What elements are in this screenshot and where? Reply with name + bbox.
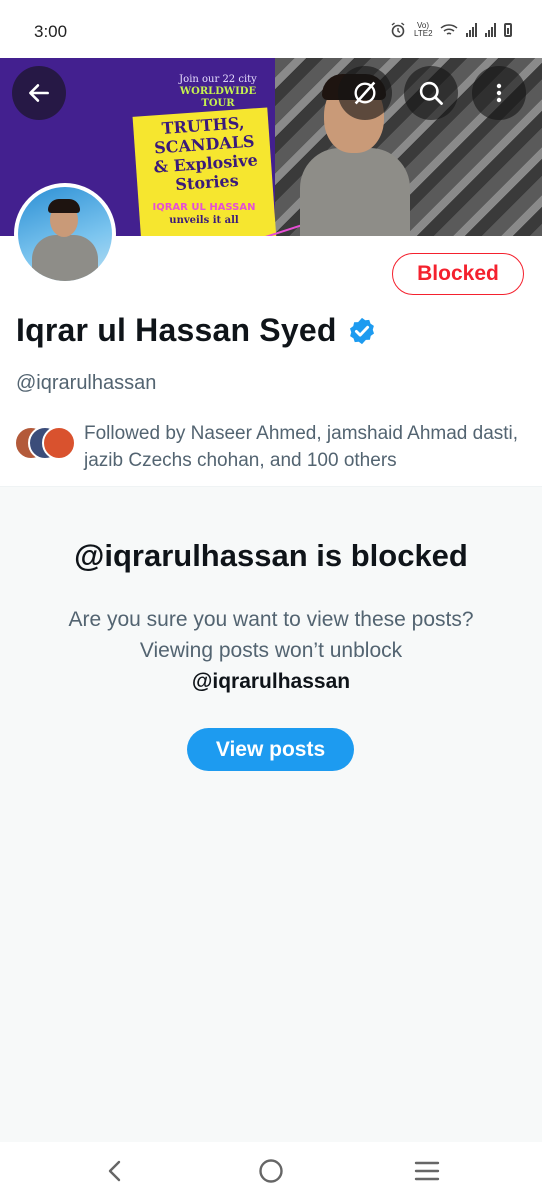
grok-button[interactable] <box>338 66 392 120</box>
blocked-message: Are you sure you want to view these post… <box>60 604 482 697</box>
profile-handle: @iqrarulhassan <box>16 372 157 394</box>
nav-back-button[interactable] <box>95 1156 135 1186</box>
wifi-icon <box>440 24 458 35</box>
more-button[interactable] <box>472 66 526 120</box>
network-label: Vo) LTE2 <box>414 21 433 38</box>
more-vertical-icon <box>496 83 502 103</box>
nav-recents-button[interactable] <box>407 1156 447 1186</box>
blocked-message-text: Are you sure you want to view these post… <box>68 608 474 662</box>
avatar <box>42 426 76 460</box>
blocked-button[interactable]: Blocked <box>392 253 524 295</box>
verified-badge-icon[interactable] <box>347 316 377 346</box>
status-icons: Vo) LTE2 <box>390 22 512 38</box>
followed-by-text: Followed by Naseer Ahmed, jamshaid Ahmad… <box>84 423 519 471</box>
view-posts-button[interactable]: View posts <box>187 728 354 771</box>
signal-icon <box>466 23 477 37</box>
grok-icon <box>354 81 376 105</box>
arrow-left-icon <box>29 84 49 102</box>
nav-home-button[interactable] <box>251 1156 291 1186</box>
chevron-left-icon <box>108 1160 121 1182</box>
status-bar: 3:00 Vo) LTE2 <box>0 0 542 58</box>
profile-avatar[interactable] <box>14 183 116 285</box>
banner-headline: TRUTHS, SCANDALS & Explosive Stories <box>153 113 259 195</box>
blocked-panel <box>0 487 542 1142</box>
menu-lines-icon <box>414 1161 440 1181</box>
blocked-title: @iqrarulhassan is blocked <box>74 538 468 573</box>
banner-tagline: unveils it all <box>169 215 239 226</box>
alarm-icon <box>391 22 405 38</box>
home-circle-icon <box>259 1159 283 1183</box>
display-name: Iqrar ul Hassan Syed <box>16 312 337 348</box>
status-time: 3:00 <box>34 22 68 41</box>
battery-icon <box>504 23 512 37</box>
banner-host-name: IQRAR UL HASSAN <box>152 202 256 213</box>
profile-name-row: Iqrar ul Hassan Syed <box>16 312 377 349</box>
blocked-message-handle: @iqrarulhassan <box>191 670 351 693</box>
signal-icon-2 <box>485 23 496 37</box>
search-icon <box>419 81 443 105</box>
banner-tour-text: Join our 22 city WORLDWIDE TOUR <box>179 74 257 109</box>
followed-by-row[interactable]: Followed by Naseer Ahmed, jamshaid Ahmad… <box>14 420 534 474</box>
system-nav-bar <box>0 1142 542 1200</box>
search-button[interactable] <box>404 66 458 120</box>
follower-avatars <box>14 426 80 462</box>
back-button[interactable] <box>12 66 66 120</box>
